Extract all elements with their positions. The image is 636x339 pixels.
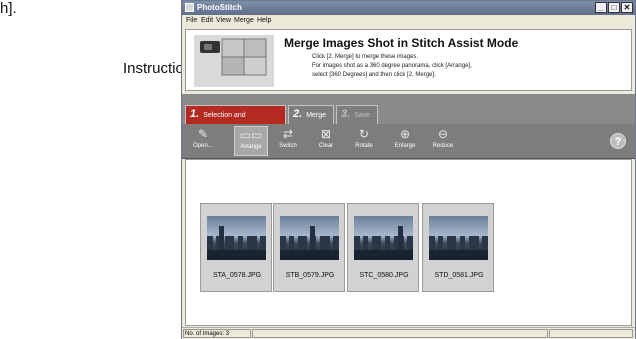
thumbnail-image (207, 216, 266, 260)
menu-edit[interactable]: Edit (201, 17, 213, 24)
close-button[interactable]: ✕ (621, 2, 633, 13)
tab-merge[interactable]: 2. Merge (288, 105, 334, 124)
thumbnail-card[interactable]: STD_0581.JPG (422, 203, 494, 292)
open-button[interactable]: ✎ Open... (186, 126, 220, 156)
zoom-out-icon: ⊖ (437, 127, 449, 141)
reduce-button[interactable]: ⊖ Reduce (426, 126, 460, 156)
minimize-button[interactable]: _ (595, 2, 607, 13)
banner-title: Merge Images Shot in Stitch Assist Mode (284, 36, 519, 50)
help-icon[interactable]: ? (610, 133, 626, 149)
open-folder-icon: ✎ (197, 127, 209, 141)
thumbnail-image (429, 216, 488, 260)
enlarge-button[interactable]: ⊕ Enlarge (388, 126, 422, 156)
thumbnail-image (354, 216, 413, 260)
arrange-button[interactable]: ▭▭ Arrange (234, 126, 268, 156)
edge-text: h]. (0, 0, 17, 17)
thumbnail-card[interactable]: STA_0578.JPG (200, 203, 272, 292)
thumbnail-filename: STC_0580.JPG (359, 272, 409, 279)
image-count-status: No. of Images: 3 (183, 329, 251, 338)
clear-button[interactable]: ⊠ Clear (309, 126, 343, 156)
status-panel (252, 329, 548, 338)
banner-line-3: select [360 Degrees] and then click [2. … (312, 72, 436, 78)
menu-view[interactable]: View (216, 17, 231, 24)
tab-save[interactable]: 3. Save (336, 105, 378, 124)
menu-merge[interactable]: Merge (234, 17, 254, 24)
arrange-icon: ▭▭ (239, 128, 263, 142)
clear-icon: ⊠ (320, 127, 332, 141)
photostitch-window: PhotoStitch _ □ ✕ File Edit View Merge H… (181, 0, 636, 339)
stitch-logo-icon (194, 35, 274, 87)
thumbnail-filename: STA_0578.JPG (212, 272, 262, 279)
switch-icon: ⇄ (282, 127, 294, 141)
status-panel-right (549, 329, 633, 338)
thumbnail-filename: STD_0581.JPG (434, 272, 484, 279)
app-icon (185, 3, 194, 12)
thumbnail-image (280, 216, 339, 260)
tab-strip: 1.Selection and Arrangement 2.Merge 3.Sa… (182, 94, 635, 136)
title-bar[interactable]: PhotoStitch _ □ ✕ (182, 1, 635, 15)
maximize-button[interactable]: □ (608, 2, 620, 13)
tab-selection-arrangement[interactable]: 1.Selection and Arrangement (185, 105, 286, 136)
menu-file[interactable]: File (186, 17, 197, 24)
thumbnail-filename: STB_0579.JPG (285, 272, 335, 279)
image-arrangement-area: STA_0578.JPG STB_0579.JPG STC_0580.JPG S… (185, 159, 632, 326)
zoom-in-icon: ⊕ (399, 127, 411, 141)
switch-button[interactable]: ⇄ Switch (271, 126, 305, 156)
rotate-icon: ↻ (358, 127, 370, 141)
thumbnail-card[interactable]: STC_0580.JPG (347, 203, 419, 292)
menu-bar: File Edit View Merge Help (182, 15, 635, 27)
banner-line-2: For images shot as a 360 degree panorama… (312, 63, 472, 69)
thumbnail-card[interactable]: STB_0579.JPG (273, 203, 345, 292)
instruction-banner: Merge Images Shot in Stitch Assist Mode … (185, 29, 632, 91)
menu-help[interactable]: Help (257, 17, 271, 24)
status-bar: No. of Images: 3 (182, 327, 635, 339)
toolbar: ✎ Open... ▭▭ Arrange ⇄ Switch ⊠ Clear ↻ … (182, 124, 635, 159)
rotate-button[interactable]: ↻ Rotate (347, 126, 381, 156)
banner-line-1: Click [2. Merge] to merge these images. (312, 54, 419, 60)
window-title: PhotoStitch (197, 3, 242, 12)
